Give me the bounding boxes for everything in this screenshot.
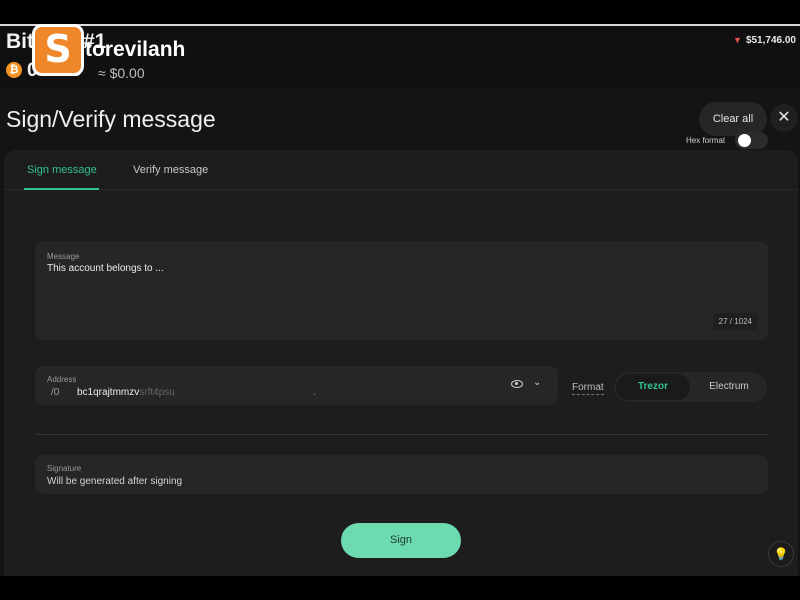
character-counter: 27 / 1024 bbox=[712, 313, 758, 330]
logo-text: torevilanh bbox=[85, 38, 186, 61]
format-label: Format bbox=[572, 382, 604, 395]
address-label: Address bbox=[47, 375, 77, 384]
form-card: Sign message Verify message bbox=[4, 150, 798, 580]
message-value: This account belongs to ... bbox=[47, 263, 164, 274]
message-field[interactable]: Message This account belongs to ... 27 /… bbox=[35, 241, 768, 340]
price-value: $51,746.00 bbox=[745, 35, 796, 46]
bottom-bar bbox=[0, 576, 800, 600]
address-tail: . bbox=[313, 387, 316, 398]
signature-field[interactable]: Signature Will be generated after signin… bbox=[35, 455, 768, 494]
price-down-icon: ▼ bbox=[733, 35, 742, 45]
toggle-knob bbox=[738, 134, 751, 147]
price-ticker: ▼ $51,746.00 bbox=[733, 35, 796, 46]
chevron-down-icon[interactable]: ⌄ bbox=[533, 377, 541, 388]
section-divider bbox=[35, 434, 768, 435]
address-value: bc1qrajtmmzvsrft4psu bbox=[77, 387, 175, 398]
address-visible: bc1qrajtmmzv bbox=[77, 387, 140, 398]
bitcoin-icon: ₿ bbox=[6, 62, 22, 78]
tab-verify-message[interactable]: Verify message bbox=[133, 164, 208, 176]
address-select[interactable]: Address /0 bc1qrajtmmzvsrft4psu . ⌄ bbox=[35, 366, 558, 405]
address-faded: srft4psu bbox=[139, 387, 175, 398]
clear-all-button[interactable]: Clear all bbox=[699, 102, 767, 136]
active-tab-indicator bbox=[24, 188, 99, 190]
hex-format-label: Hex format bbox=[686, 136, 726, 145]
address-path: /0 bbox=[51, 387, 60, 398]
eye-icon[interactable] bbox=[511, 380, 523, 388]
signature-placeholder: Will be generated after signing bbox=[47, 476, 183, 487]
page-title: Sign/Verify message bbox=[6, 106, 216, 132]
format-option-electrum[interactable]: Electrum bbox=[694, 374, 764, 400]
watermark-logo: S torevilanh bbox=[32, 24, 185, 76]
lightbulb-icon[interactable]: 💡 bbox=[768, 541, 794, 567]
top-bar bbox=[0, 0, 800, 26]
logo-badge: S bbox=[32, 24, 84, 76]
sign-button[interactable]: Sign bbox=[341, 523, 461, 558]
tab-bar: Sign message Verify message bbox=[4, 150, 798, 190]
hex-format-toggle[interactable] bbox=[735, 132, 768, 149]
close-icon[interactable]: ✕ bbox=[770, 104, 798, 132]
tab-sign-message[interactable]: Sign message bbox=[27, 164, 97, 176]
format-option-trezor[interactable]: Trezor bbox=[616, 374, 690, 400]
format-selector: Trezor Electrum bbox=[614, 372, 767, 402]
message-label: Message bbox=[47, 252, 80, 261]
signature-label: Signature bbox=[47, 464, 82, 473]
